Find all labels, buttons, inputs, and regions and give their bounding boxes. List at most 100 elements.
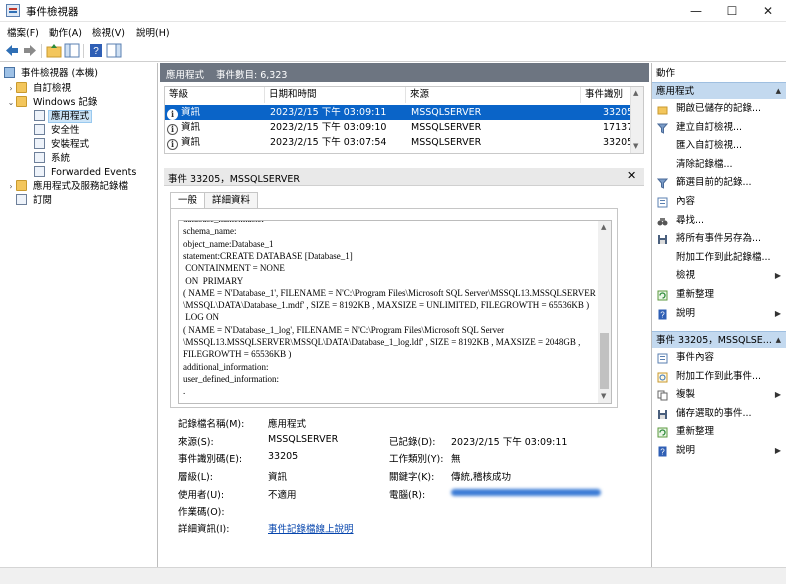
action-item-label: 建立自訂檢視...	[676, 121, 743, 133]
maximize-button[interactable]: ☐	[714, 0, 750, 22]
description-line: CONTAINMENT = NONE	[183, 263, 285, 274]
minimize-button[interactable]: —	[678, 0, 714, 22]
log-name-label: 記錄檔名稱(M):	[178, 419, 245, 430]
table-row[interactable]: i 資訊 2023/2/15 下午 03:09:11 MSSQLSERVER 33…	[165, 105, 633, 120]
tree-item-apps-services-logs[interactable]: › 應用程式及服務記錄檔	[6, 179, 131, 194]
action-item[interactable]: 檢視 ▶	[652, 267, 786, 285]
event-description-box[interactable]: database_name:masterschema_name:object_n…	[178, 220, 612, 404]
action-item[interactable]: ? 說明 ▶	[652, 442, 786, 460]
description-line: LOG ON	[183, 312, 219, 323]
action-item[interactable]: 事件內容	[652, 349, 786, 367]
tab-general[interactable]: 一般	[170, 192, 206, 209]
description-line: \MSSQL\DATA\Database_1.mdf' , SIZE = 819…	[183, 300, 590, 311]
collapse-section-icon[interactable]: ▲	[776, 332, 781, 349]
table-row[interactable]: i 資訊 2023/2/15 下午 03:07:54 MSSQLSERVER 33…	[165, 135, 633, 150]
forward-arrow-icon[interactable]	[22, 43, 38, 58]
log-name-value: 應用程式	[268, 419, 307, 430]
scroll-down-icon[interactable]: ▼	[633, 142, 638, 150]
expand-chevron-icon[interactable]: ›	[6, 179, 16, 194]
computer-icon	[4, 67, 15, 78]
action-item[interactable]: 開啟已儲存的記錄...	[652, 100, 786, 118]
action-item-label: 內容	[676, 196, 696, 207]
action-item[interactable]: 建立自訂檢視...	[652, 119, 786, 137]
action-item[interactable]: 附加工作到此事件...	[652, 368, 786, 386]
more-info-label: 詳細資訊(I):	[178, 524, 230, 535]
collapse-section-icon[interactable]: ▲	[776, 83, 781, 100]
tree-item-application[interactable]: 應用程式	[34, 109, 93, 124]
action-item-label: 匯入自訂檢視...	[676, 140, 743, 152]
action-item[interactable]: 附加工作到此記錄檔...	[652, 249, 786, 267]
action-item[interactable]: 儲存選取的事件...	[652, 405, 786, 423]
action-item[interactable]: ? 說明 ▶	[652, 305, 786, 323]
close-button[interactable]: ✕	[750, 0, 786, 22]
show-action-pane-icon[interactable]	[106, 43, 122, 58]
tree-item-custom-views[interactable]: › 自訂檢視	[6, 81, 74, 96]
menu-action[interactable]: 動作(A)	[49, 25, 82, 39]
refresh-icon	[657, 427, 668, 438]
folder-icon	[16, 82, 27, 93]
scroll-up-icon[interactable]: ▲	[601, 223, 606, 231]
scroll-up-icon[interactable]: ▲	[633, 89, 638, 97]
title-bar: 事件檢視器 — ☐ ✕	[0, 0, 786, 22]
opcode-label: 作業碼(O):	[178, 507, 225, 518]
svg-text:?: ?	[660, 448, 665, 457]
column-header-datetime[interactable]: 日期和時間	[265, 87, 406, 103]
menu-bar: 檔案(F) 動作(A) 檢視(V) 說明(H)	[0, 22, 786, 40]
actions-section-event[interactable]: 事件 33205，MSSQLSE... ▲	[652, 331, 786, 348]
log-icon	[34, 124, 45, 135]
action-item[interactable]: 清除記錄檔...	[652, 156, 786, 174]
save-icon	[658, 235, 667, 245]
action-item[interactable]: 篩選目前的記錄...	[652, 174, 786, 192]
tree-item-windows-logs[interactable]: ⌄ Windows 記錄	[6, 95, 100, 110]
help-book-icon[interactable]: ?	[88, 43, 104, 58]
scroll-down-icon[interactable]: ▼	[601, 392, 606, 400]
tree-item-system[interactable]: 系統	[34, 151, 73, 166]
action-item-label: 說明	[676, 307, 696, 319]
folder-up-icon[interactable]	[46, 43, 62, 58]
tree-item-subscriptions[interactable]: 訂閱	[16, 193, 55, 208]
action-item[interactable]: 匯入自訂檢視...	[652, 137, 786, 155]
event-detail-header: 事件 33205，MSSQLSERVER ✕	[164, 168, 644, 186]
column-header-event-id[interactable]: 事件識別碼	[581, 87, 631, 116]
column-header-level[interactable]: 等級	[165, 87, 265, 103]
event-log-online-help-link[interactable]: 事件記錄檔線上說明	[268, 521, 354, 535]
tree-item-forwarded-events[interactable]: Forwarded Events	[34, 165, 139, 180]
actions-section-application[interactable]: 應用程式 ▲	[652, 82, 786, 99]
task-category-value: 無	[451, 454, 461, 465]
tab-details[interactable]: 詳細資料	[204, 192, 259, 209]
action-item[interactable]: 重新整理	[652, 423, 786, 441]
tree-item-security[interactable]: 安全性	[34, 123, 83, 138]
collapse-chevron-icon[interactable]: ⌄	[6, 95, 16, 110]
action-item[interactable]: 尋找...	[652, 212, 786, 230]
action-item[interactable]: 複製 ▶	[652, 386, 786, 404]
action-item[interactable]: 重新整理	[652, 286, 786, 304]
actions-pane: 動作 應用程式 ▲ 開啟已儲存的記錄... 建立自訂檢視... 匯入自訂檢視... 清…	[651, 63, 786, 567]
tree-item-setup[interactable]: 安裝程式	[34, 137, 92, 152]
expand-chevron-icon[interactable]: ›	[6, 81, 16, 96]
binoculars-icon	[657, 217, 668, 226]
event-properties-icon	[657, 353, 668, 364]
info-icon: i	[167, 139, 178, 150]
description-line: statement:CREATE DATABASE [Database_1]	[183, 250, 353, 261]
scroll-thumb[interactable]	[600, 333, 609, 389]
refresh-icon	[657, 290, 668, 301]
tree-item-root[interactable]: 事件檢視器 (本機)	[4, 66, 101, 81]
user-label: 使用者(U):	[178, 490, 225, 501]
table-row[interactable]: i 資訊 2023/2/15 下午 03:09:10 MSSQLSERVER 17…	[165, 120, 633, 135]
event-id-label: 事件識別碼(E):	[178, 454, 243, 465]
column-header-source[interactable]: 來源	[406, 87, 581, 103]
description-scrollbar[interactable]: ▲ ▼	[598, 221, 611, 403]
menu-help[interactable]: 說明(H)	[136, 25, 170, 39]
close-detail-icon[interactable]: ✕	[627, 169, 636, 182]
action-item-label: 重新整理	[676, 426, 715, 438]
description-line: .	[183, 386, 186, 397]
menu-view[interactable]: 檢視(V)	[92, 25, 125, 39]
action-item[interactable]: 將所有事件另存為...	[652, 230, 786, 248]
back-arrow-icon[interactable]	[4, 43, 20, 58]
action-item[interactable]: 內容	[652, 193, 786, 211]
properties-icon	[657, 197, 668, 208]
list-scrollbar[interactable]: ▲ ▼	[630, 87, 643, 153]
menu-file[interactable]: 檔案(F)	[7, 25, 39, 39]
console-tree-icon[interactable]	[64, 43, 80, 58]
user-value: 不適用	[268, 490, 297, 501]
